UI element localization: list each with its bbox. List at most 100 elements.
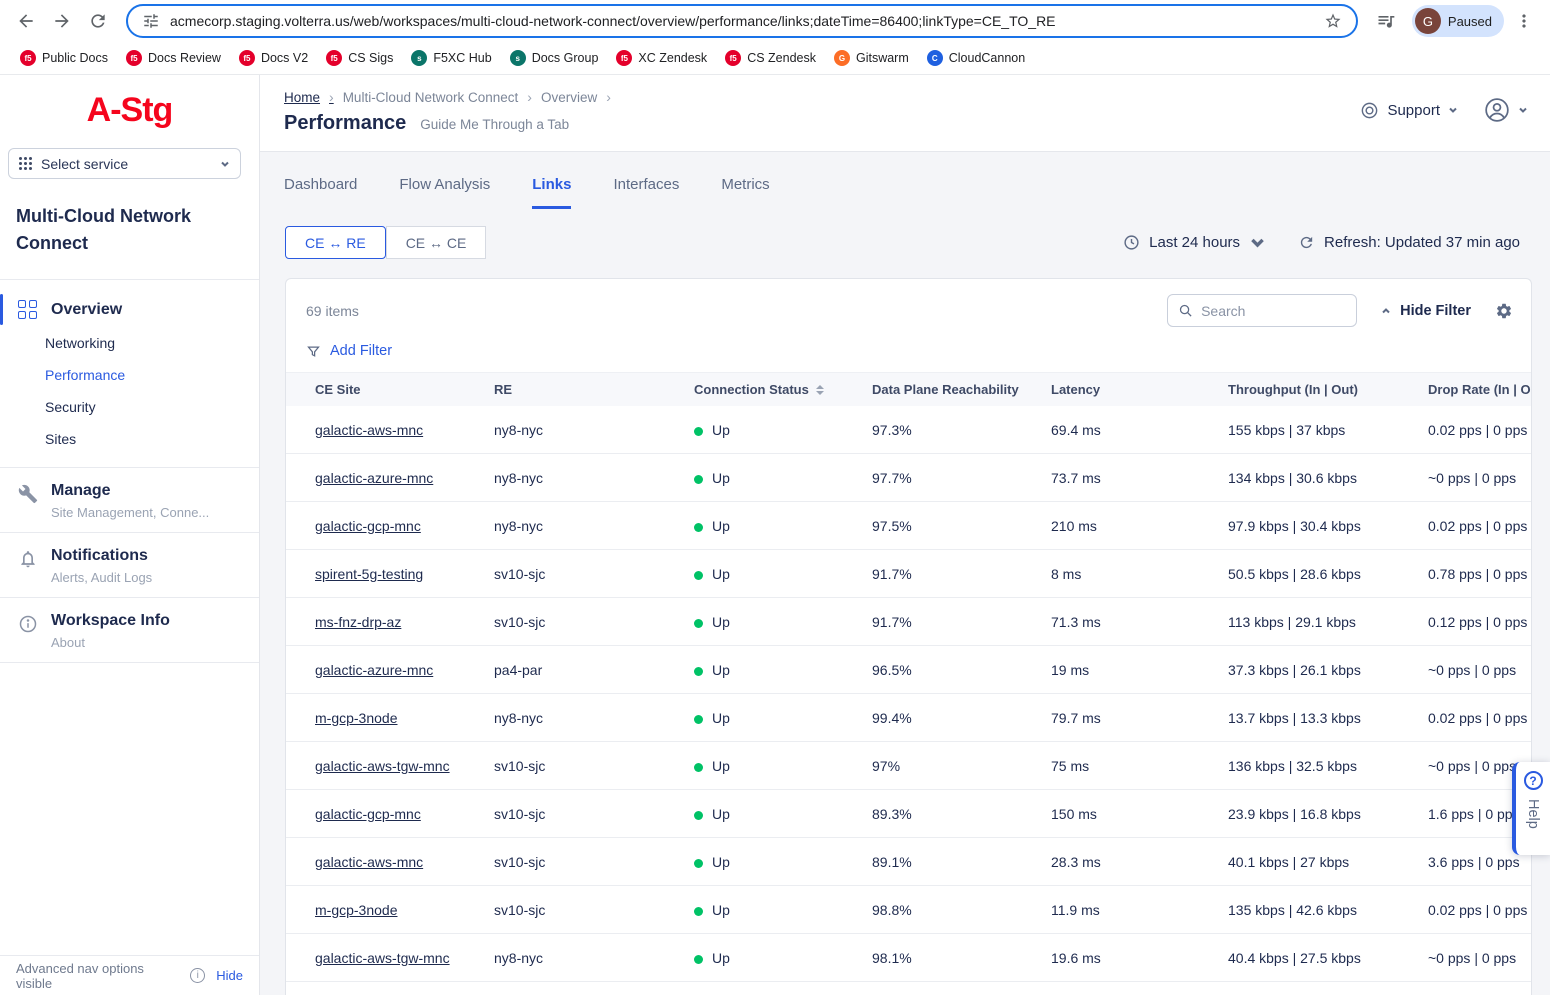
media-controls-icon[interactable] [1370, 5, 1402, 37]
sidebar-subitem[interactable]: Performance [0, 359, 259, 391]
bookmark-star-icon[interactable] [1324, 12, 1342, 30]
time-range-selector[interactable]: Last 24 hours [1123, 234, 1266, 251]
browser-profile-chip[interactable]: G Paused [1412, 5, 1504, 37]
bookmark-item[interactable]: s Docs Group [502, 46, 607, 70]
bookmark-item[interactable]: f5 CS Zendesk [717, 46, 824, 70]
table-body: galactic-aws-mnc ny8-nyc Up 97.3% 69.4 m… [286, 406, 1531, 982]
help-widget[interactable]: ? Help [1512, 762, 1550, 855]
forward-icon[interactable] [46, 5, 78, 37]
tab-item[interactable]: Dashboard [284, 176, 357, 209]
ce-site-link[interactable]: galactic-gcp-mnc [315, 518, 421, 534]
url-text[interactable]: acmecorp.staging.volterra.us/web/workspa… [170, 13, 1314, 29]
throughput-cell: 97.9 kbps | 30.4 kbps [1228, 518, 1428, 534]
table-header-row: CE Site RE Connection Status Dat [286, 372, 1531, 406]
column-header[interactable]: Connection Status [694, 382, 872, 397]
support-menu[interactable]: Support [1360, 101, 1458, 120]
sort-icon[interactable] [816, 385, 824, 395]
column-header[interactable]: CE Site [315, 382, 494, 397]
re-cell: ny8-nyc [494, 422, 694, 438]
status-up-dot [694, 523, 703, 532]
ce-site-link[interactable]: galactic-aws-tgw-mnc [315, 758, 450, 774]
bookmark-item[interactable]: f5 XC Zendesk [608, 46, 715, 70]
table-row[interactable]: galactic-aws-mnc sv10-sjc Up 89.1% 28.3 … [286, 838, 1531, 886]
sidebar-item-notifications[interactable]: Notifications Alerts, Audit Logs [0, 533, 259, 598]
profile-status-label: Paused [1448, 14, 1492, 29]
sidebar-subitem[interactable]: Networking [0, 327, 259, 359]
breadcrumb-item[interactable]: Overview [541, 89, 611, 105]
status-up-dot [694, 427, 703, 436]
table-settings-button[interactable] [1495, 302, 1513, 320]
breadcrumb-item[interactable]: Home [284, 89, 334, 105]
ce-site-link[interactable]: galactic-azure-mnc [315, 662, 433, 678]
guide-me-link[interactable]: Guide Me Through a Tab [420, 117, 569, 132]
bookmark-item[interactable]: f5 Docs V2 [231, 46, 316, 70]
bookmark-item[interactable]: f5 Docs Review [118, 46, 229, 70]
ce-site-link[interactable]: galactic-aws-mnc [315, 854, 423, 870]
table-row[interactable]: galactic-aws-mnc ny8-nyc Up 97.3% 69.4 m… [286, 406, 1531, 454]
sidebar-item-overview[interactable]: Overview [0, 292, 259, 327]
chevron-down-icon [1518, 105, 1528, 115]
reachability-cell: 96.5% [872, 662, 1051, 678]
tenant-logo: A-Stg [0, 75, 259, 136]
table-row[interactable]: spirent-5g-testing sv10-sjc Up 91.7% 8 m… [286, 550, 1531, 598]
table-row[interactable]: galactic-gcp-mnc ny8-nyc Up 97.5% 210 ms… [286, 502, 1531, 550]
table-row[interactable]: ms-fnz-drp-az sv10-sjc Up 91.7% 71.3 ms … [286, 598, 1531, 646]
latency-cell: 75 ms [1051, 758, 1228, 774]
ce-site-link[interactable]: ms-fnz-drp-az [315, 614, 401, 630]
tab-item[interactable]: Metrics [721, 176, 769, 209]
sidebar-subitem[interactable]: Sites [0, 423, 259, 455]
reachability-cell: 99.4% [872, 710, 1051, 726]
sidebar-subitem[interactable]: Security [0, 391, 259, 423]
bookmark-item[interactable]: G Gitswarm [826, 46, 917, 70]
latency-cell: 11.9 ms [1051, 902, 1228, 918]
ce-site-link[interactable]: m-gcp-3node [315, 902, 398, 918]
column-header[interactable]: Latency [1051, 382, 1228, 397]
status-up-dot [694, 811, 703, 820]
column-header[interactable]: RE [494, 382, 694, 397]
bookmark-item[interactable]: f5 CS Sigs [318, 46, 401, 70]
breadcrumb-item[interactable]: Multi-Cloud Network Connect [343, 89, 532, 105]
bookmark-item[interactable]: C CloudCannon [919, 46, 1033, 70]
url-bar[interactable]: acmecorp.staging.volterra.us/web/workspa… [126, 4, 1358, 38]
status-up-dot [694, 619, 703, 628]
hide-advanced-nav-link[interactable]: Hide [216, 968, 243, 983]
column-header[interactable]: Data Plane Reachability [872, 382, 1051, 397]
ce-site-link[interactable]: m-gcp-3node [315, 710, 398, 726]
reload-icon[interactable] [82, 5, 114, 37]
column-header[interactable]: Drop Rate (In | Out) [1428, 382, 1531, 397]
hide-filter-button[interactable]: Hide Filter [1381, 303, 1471, 319]
search-input[interactable] [1201, 303, 1346, 319]
ce-site-link[interactable]: galactic-gcp-mnc [315, 806, 421, 822]
user-menu[interactable] [1484, 97, 1528, 123]
connection-status-cell: Up [694, 902, 872, 918]
table-row[interactable]: m-gcp-3node sv10-sjc Up 98.8% 11.9 ms 13… [286, 886, 1531, 934]
tab-item[interactable]: Links [532, 176, 571, 209]
table-row[interactable]: galactic-azure-mnc ny8-nyc Up 97.7% 73.7… [286, 454, 1531, 502]
bookmark-item[interactable]: f5 Public Docs [12, 46, 116, 70]
ce-site-link[interactable]: galactic-aws-mnc [315, 422, 423, 438]
bookmark-item[interactable]: s F5XC Hub [403, 46, 499, 70]
sidebar-item-workspace-info[interactable]: Workspace Info About [0, 598, 259, 663]
ce-site-link[interactable]: galactic-azure-mnc [315, 470, 433, 486]
search-box[interactable] [1167, 294, 1357, 327]
browser-menu-icon[interactable] [1508, 5, 1540, 37]
latency-cell: 8 ms [1051, 566, 1228, 582]
table-row[interactable]: galactic-aws-tgw-mnc ny8-nyc Up 98.1% 19… [286, 934, 1531, 982]
tab-item[interactable]: Interfaces [613, 176, 679, 209]
back-icon[interactable] [10, 5, 42, 37]
ce-site-link[interactable]: galactic-aws-tgw-mnc [315, 950, 450, 966]
ce-site-link[interactable]: spirent-5g-testing [315, 566, 423, 582]
table-row[interactable]: galactic-azure-mnc pa4-par Up 96.5% 19 m… [286, 646, 1531, 694]
column-header[interactable]: Throughput (In | Out) [1228, 382, 1428, 397]
link-type-option[interactable]: CE ↔ RE [285, 226, 386, 259]
select-service-dropdown[interactable]: Select service [8, 148, 241, 179]
link-type-option[interactable]: CE ↔ CE [386, 226, 487, 259]
table-row[interactable]: m-gcp-3node ny8-nyc Up 99.4% 79.7 ms 13.… [286, 694, 1531, 742]
tab-item[interactable]: Flow Analysis [399, 176, 490, 209]
status-up-dot [694, 859, 703, 868]
add-filter-button[interactable]: Add Filter [286, 327, 1531, 372]
sidebar-item-manage[interactable]: Manage Site Management, Conne... [0, 468, 259, 533]
refresh-button[interactable]: Refresh: Updated 37 min ago [1298, 234, 1520, 251]
table-row[interactable]: galactic-gcp-mnc sv10-sjc Up 89.3% 150 m… [286, 790, 1531, 838]
table-row[interactable]: galactic-aws-tgw-mnc sv10-sjc Up 97% 75 … [286, 742, 1531, 790]
